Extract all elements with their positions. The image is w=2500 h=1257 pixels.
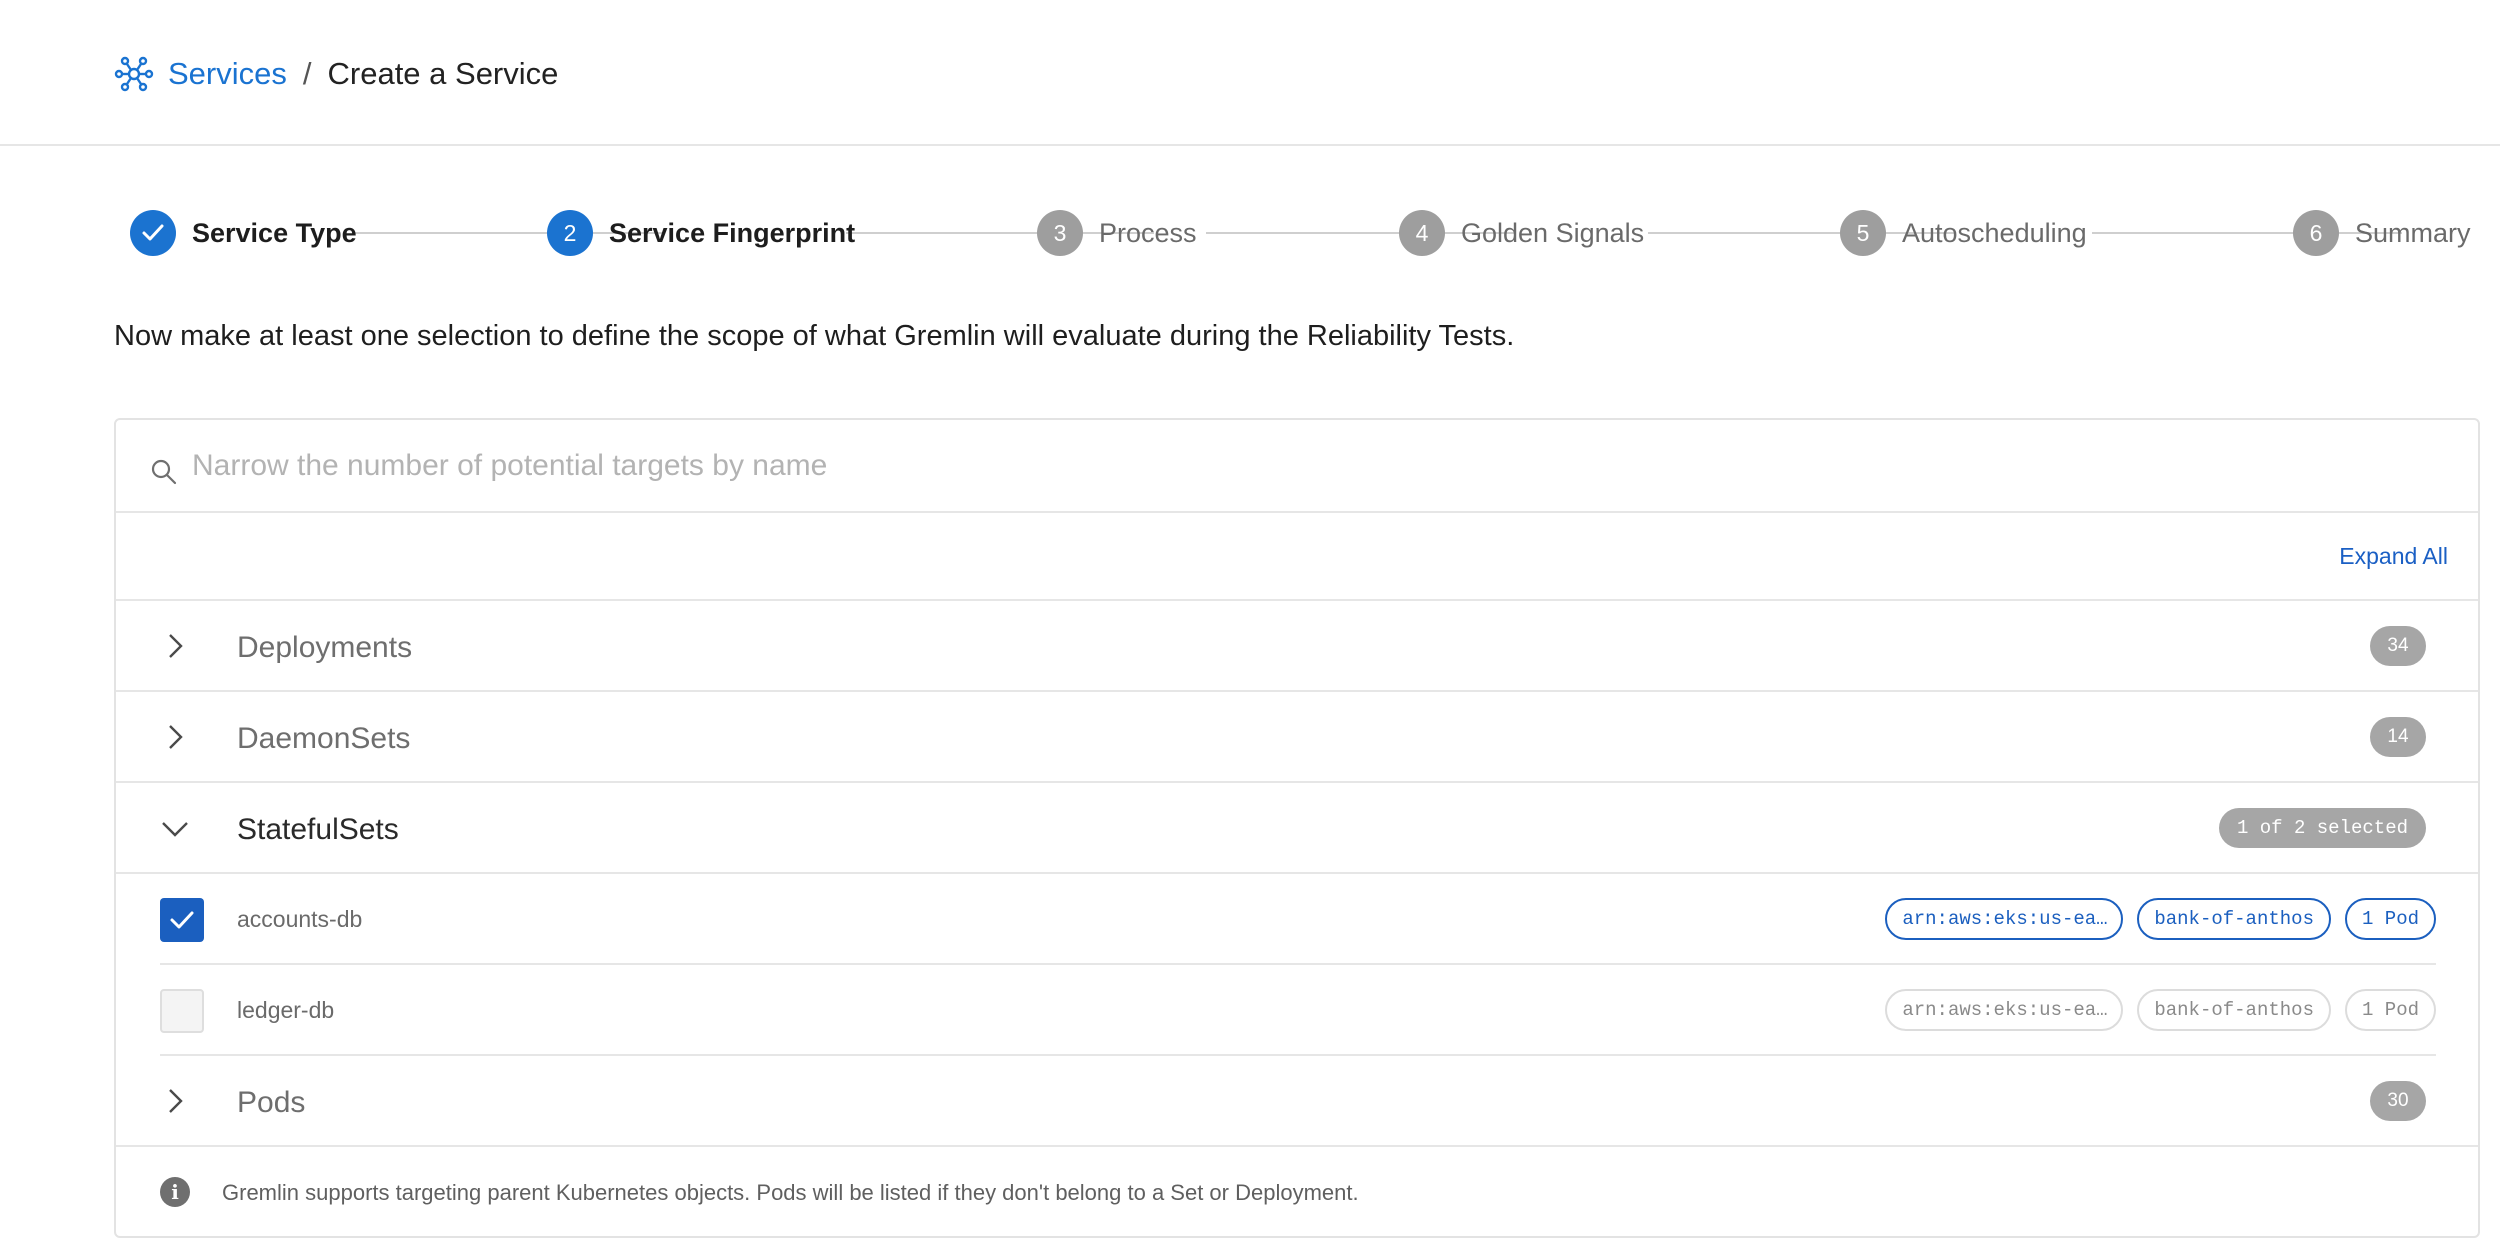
- step-service-type[interactable]: Service Type: [130, 210, 357, 256]
- count-badge: 34: [2370, 626, 2426, 666]
- group-daemonsets[interactable]: DaemonSets 14: [116, 692, 2478, 783]
- count-badge: 14: [2370, 717, 2426, 757]
- chevron-right-icon[interactable]: [160, 722, 190, 752]
- info-note: i Gremlin supports targeting parent Kube…: [116, 1147, 2478, 1237]
- wizard-stepper: Service Type 2 Service Fingerprint 3 Pro…: [130, 210, 2471, 260]
- item-name: accounts-db: [237, 906, 363, 932]
- step-autoscheduling[interactable]: 5 Autoscheduling: [1840, 210, 2087, 256]
- step-label: Service Fingerprint: [609, 217, 856, 248]
- group-deployments[interactable]: Deployments 34: [116, 601, 2478, 692]
- group-statefulsets[interactable]: StatefulSets 1 of 2 selected: [116, 783, 2478, 874]
- group-label: DaemonSets: [237, 722, 411, 755]
- step-process[interactable]: 3 Process: [1037, 210, 1197, 256]
- list-item-accounts-db[interactable]: accounts-db arn:aws:eks:us-ea… bank-of-a…: [160, 874, 2436, 965]
- expand-all-row: Expand All: [116, 513, 2478, 601]
- intro-text: Now make at least one selection to defin…: [114, 320, 1515, 352]
- step-label: Autoscheduling: [1902, 217, 2087, 248]
- cluster-tag: arn:aws:eks:us-ea…: [1885, 989, 2124, 1031]
- step-label: Golden Signals: [1461, 217, 1645, 248]
- info-icon: i: [160, 1177, 190, 1207]
- breadcrumb-separator: /: [302, 56, 312, 91]
- services-network-icon: [114, 56, 154, 92]
- item-name: ledger-db: [237, 997, 335, 1023]
- search-icon: [150, 458, 178, 486]
- count-badge: 30: [2370, 1081, 2426, 1121]
- step-label: Service Type: [192, 217, 357, 248]
- cluster-tag: arn:aws:eks:us-ea…: [1885, 898, 2124, 940]
- step-label: Process: [1099, 217, 1197, 248]
- group-label: StatefulSets: [237, 813, 399, 846]
- breadcrumb-current: Create a Service: [327, 56, 559, 91]
- namespace-tag: bank-of-anthos: [2137, 989, 2331, 1031]
- list-item-ledger-db[interactable]: ledger-db arn:aws:eks:us-ea… bank-of-ant…: [160, 965, 2436, 1056]
- selection-count-badge: 1 of 2 selected: [2218, 808, 2426, 848]
- search-input[interactable]: [192, 440, 2392, 492]
- chevron-right-icon[interactable]: [160, 631, 190, 661]
- checkbox-unchecked[interactable]: [160, 989, 204, 1033]
- step-number: 5: [1840, 210, 1886, 256]
- top-bar: Services / Create a Service: [0, 0, 2500, 146]
- pod-count-tag: 1 Pod: [2344, 989, 2436, 1031]
- search-bar: [116, 420, 2478, 513]
- breadcrumb-services-link[interactable]: Services: [168, 56, 287, 92]
- step-golden-signals[interactable]: 4 Golden Signals: [1399, 210, 1644, 256]
- chevron-down-icon[interactable]: [160, 813, 190, 843]
- item-tags: arn:aws:eks:us-ea… bank-of-anthos 1 Pod: [1885, 989, 2436, 1031]
- pod-count-tag: 1 Pod: [2344, 898, 2436, 940]
- step-summary[interactable]: 6 Summary: [2293, 210, 2471, 256]
- step-service-fingerprint[interactable]: 2 Service Fingerprint: [547, 210, 855, 256]
- group-pods[interactable]: Pods 30: [116, 1056, 2478, 1147]
- step-number: 2: [547, 210, 593, 256]
- namespace-tag: bank-of-anthos: [2137, 898, 2331, 940]
- expand-all-button[interactable]: Expand All: [2339, 543, 2448, 570]
- step-number: 4: [1399, 210, 1445, 256]
- target-selection-panel: Expand All Deployments 34 DaemonSets 14 …: [114, 418, 2480, 1238]
- step-number: 6: [2293, 210, 2339, 256]
- checkbox-checked[interactable]: [160, 898, 204, 942]
- item-tags: arn:aws:eks:us-ea… bank-of-anthos 1 Pod: [1885, 898, 2436, 940]
- group-label: Pods: [237, 1086, 306, 1119]
- info-text: Gremlin supports targeting parent Kubern…: [222, 1180, 1359, 1205]
- chevron-right-icon[interactable]: [160, 1086, 190, 1116]
- breadcrumb: Services / Create a Service: [114, 52, 558, 96]
- step-label: Summary: [2355, 217, 2471, 248]
- step-number: 3: [1037, 210, 1083, 256]
- check-icon: [130, 210, 176, 256]
- group-label: Deployments: [237, 631, 413, 664]
